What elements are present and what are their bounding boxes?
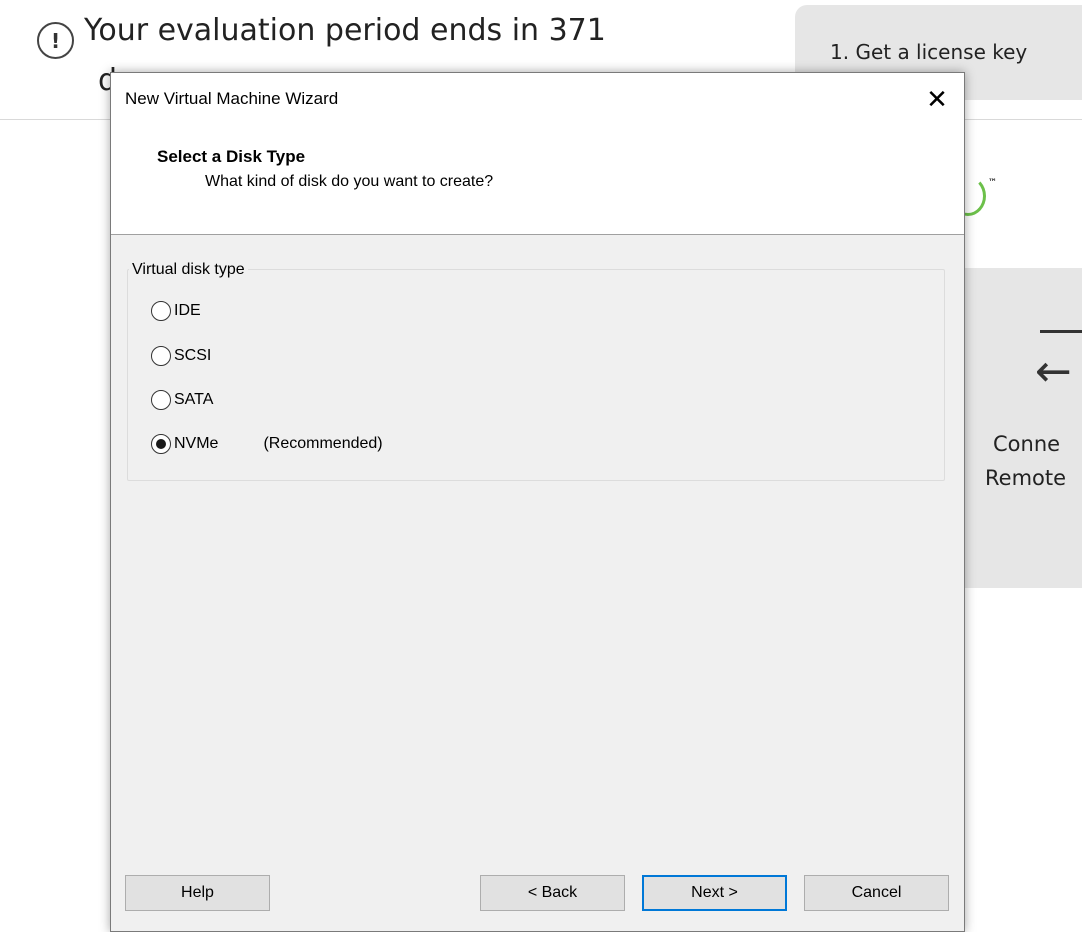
exclamation-circle-icon: !	[37, 22, 74, 59]
next-button[interactable]: Next >	[642, 875, 787, 911]
radio-selected-icon	[151, 434, 171, 454]
license-step-label: 1. Get a license key	[830, 40, 1028, 64]
evaluation-notice: Your evaluation period ends in 371	[84, 13, 606, 48]
radio-label: NVMe	[174, 435, 219, 452]
radio-circle-icon	[151, 301, 171, 321]
new-vm-wizard-dialog: New Virtual Machine Wizard ✕ Select a Di…	[110, 72, 965, 932]
remote-bar-icon	[1040, 330, 1082, 333]
back-button[interactable]: < Back	[480, 875, 625, 911]
radio-label: SATA	[174, 391, 214, 408]
connect-remote-label-line2: Remote	[985, 466, 1067, 490]
dialog-title: New Virtual Machine Wizard	[125, 89, 339, 108]
close-icon[interactable]: ✕	[910, 73, 964, 127]
connect-remote-card[interactable]	[962, 268, 1082, 588]
radio-scsi[interactable]: SCSI	[151, 343, 211, 369]
trademark-symbol: ™	[988, 178, 997, 188]
page-title: Select a Disk Type	[157, 147, 306, 166]
radio-circle-icon	[151, 346, 171, 366]
disk-type-group-label: Virtual disk type	[129, 261, 248, 279]
help-button[interactable]: Help	[125, 875, 270, 911]
page-subtitle: What kind of disk do you want to create?	[205, 173, 494, 190]
radio-label: IDE	[174, 302, 201, 319]
connect-remote-label-line1: Conne	[993, 432, 1061, 456]
recommended-note: (Recommended)	[263, 435, 383, 452]
radio-circle-icon	[151, 390, 171, 410]
wizard-header: Select a Disk Type What kind of disk do …	[111, 127, 964, 235]
radio-sata[interactable]: SATA	[151, 387, 213, 413]
radio-ide[interactable]: IDE	[151, 298, 201, 324]
arrow-left-icon: ←	[1035, 346, 1072, 397]
dialog-titlebar: New Virtual Machine Wizard ✕	[111, 73, 964, 127]
radio-nvme[interactable]: NVMe (Recommended)	[151, 431, 383, 457]
cancel-button[interactable]: Cancel	[804, 875, 949, 911]
radio-label: SCSI	[174, 347, 212, 364]
